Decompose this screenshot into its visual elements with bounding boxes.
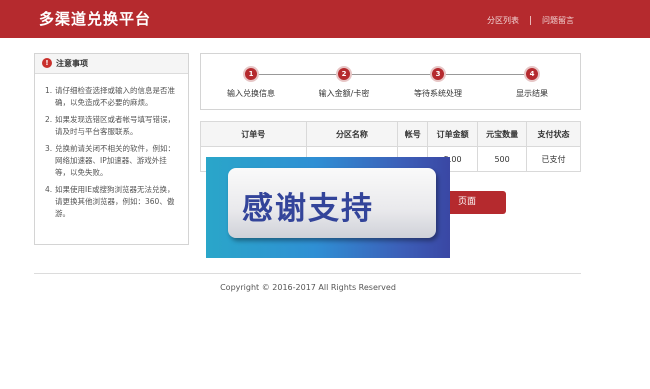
copyright-footer: Copyright © 2016-2017 All Rights Reserve… [220,283,396,292]
notice-item-text: 请仔细检查选择或输入的信息是否准确，以免造成不必要的麻烦。 [55,86,175,107]
step-result: 4 显示结果 [492,66,572,99]
step-input-amount: 2 输入金额/卡密 [304,66,384,99]
top-nav: 分区列表 问题留言 [487,15,574,26]
step-label: 输入金额/卡密 [318,89,370,98]
col-pay-status: 支付状态 [526,121,581,147]
step-label: 显示结果 [516,89,548,98]
col-amount: 订单金额 [427,121,479,147]
step-processing: 3 等待系统处理 [398,66,478,99]
step-number-badge: 4 [524,66,540,82]
step-number-badge: 1 [243,66,259,82]
step-label: 等待系统处理 [414,89,462,98]
site-title: 多渠道兑换平台 [39,10,152,28]
top-bar: 多渠道兑换平台 分区列表 问题留言 [0,0,650,38]
notice-item-number: 2. [45,115,53,124]
thanks-banner-plate: 感谢支持 [228,168,436,238]
step-number-badge: 2 [336,66,352,82]
col-zone-name: 分区名称 [305,121,399,147]
nav-separator [530,16,531,25]
notice-item: 2. 如果发现选错区或者帐号填写错误，请及时与平台客服联系。 [45,114,180,138]
progress-steps: 1 输入兑换信息 2 输入金额/卡密 3 等待系统处理 4 显示结果 [200,53,581,110]
nav-feedback-link[interactable]: 问题留言 [542,16,574,25]
table-header-row: 订单号 分区名称 帐号 订单金额 元宝数量 支付状态 [200,121,581,147]
notice-item: 3. 兑换前请关闭不相关的软件，例如：网络加速器、IP加速器、游戏外挂等，以免失败… [45,143,180,179]
step-input-info: 1 输入兑换信息 [211,66,291,99]
col-ingot-count: 元宝数量 [477,121,528,147]
step-label: 输入兑换信息 [227,89,275,98]
notice-item: 4. 如果使用IE或搜狗浏览器无法兑换，请更换其他浏览器，例如：360、傲游。 [45,184,180,220]
notice-item-text: 兑换前请关闭不相关的软件，例如：网络加速器、IP加速器、游戏外挂等，以免失败。 [55,144,175,177]
notice-item-number: 3. [45,144,53,153]
notice-header: ! 注意事项 [35,54,188,74]
warning-icon: ! [42,57,52,68]
notice-list: 1. 请仔细检查选择或输入的信息是否准确，以免造成不必要的麻烦。 2. 如果发现选错… [35,74,188,220]
cell-pay-status: 已支付 [526,146,581,172]
notice-item-text: 如果发现选错区或者帐号填写错误，请及时与平台客服联系。 [55,115,175,136]
notice-panel: ! 注意事项 1. 请仔细检查选择或输入的信息是否准确，以免造成不必要的麻烦。 2.… [34,53,189,245]
col-account: 帐号 [397,121,429,147]
nav-zone-list-link[interactable]: 分区列表 [487,16,519,25]
thanks-banner: 感谢支持 [206,157,450,258]
notice-item-number: 1. [45,86,53,95]
notice-title: 注意事项 [56,59,88,68]
notice-item-number: 4. [45,185,53,194]
notice-item: 1. 请仔细检查选择或输入的信息是否准确，以免造成不必要的麻烦。 [45,85,180,109]
thanks-banner-text: 感谢支持 [242,191,374,227]
notice-item-text: 如果使用IE或搜狗浏览器无法兑换，请更换其他浏览器，例如：360、傲游。 [55,185,175,218]
cell-ingot-count: 500 [477,146,528,172]
step-number-badge: 3 [430,66,446,82]
footer-divider [34,273,581,274]
col-order-id: 订单号 [200,121,307,147]
